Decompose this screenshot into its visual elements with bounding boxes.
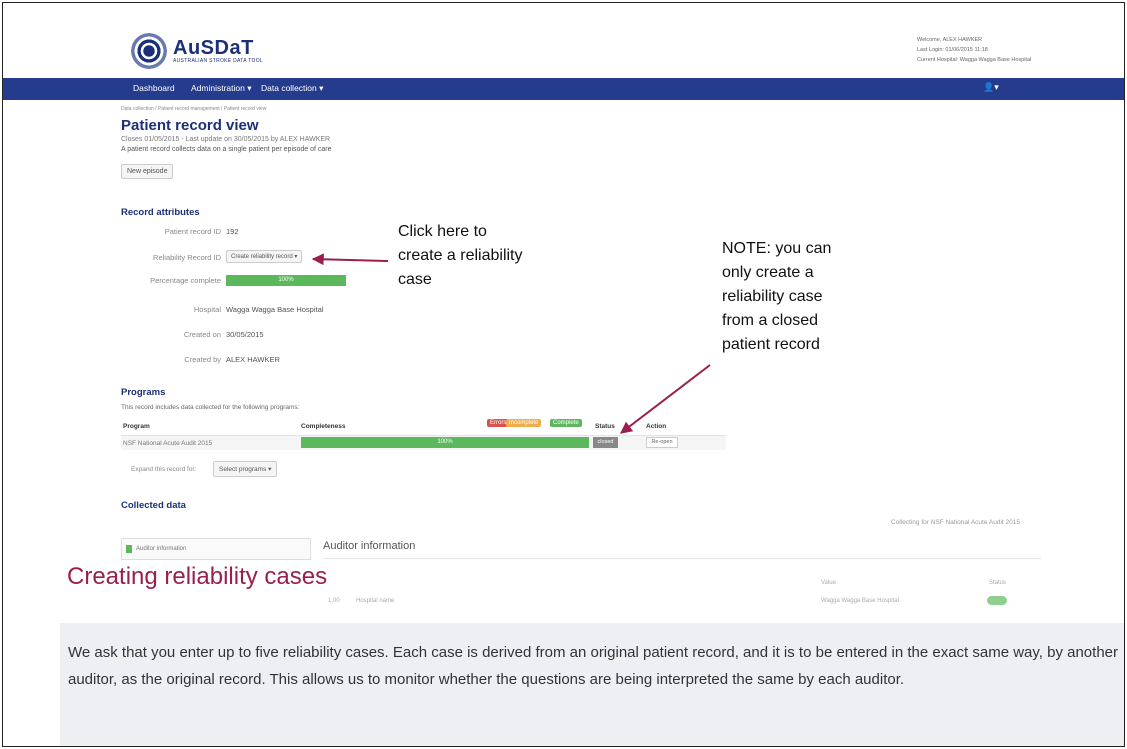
reopen-button[interactable]: Re-open xyxy=(646,437,678,448)
row-number: 1.00 xyxy=(328,598,340,604)
callout-line: reliability case xyxy=(722,288,823,305)
page-title: Patient record view xyxy=(121,117,259,134)
arrow-to-reliability-button xyxy=(311,253,389,266)
select-programs-button[interactable]: Select programs ▾ xyxy=(213,461,278,477)
nav-data-collection[interactable]: Data collection ▾ xyxy=(261,83,323,94)
logo-name: AuSDaT xyxy=(173,37,254,59)
tag-complete: Complete xyxy=(550,419,582,427)
attr-label: Reliability Record ID xyxy=(153,253,221,262)
col-program: Program xyxy=(123,423,150,430)
welcome-block: Welcome, ALEX HAWKER Last Login: 01/06/2… xyxy=(917,35,1031,65)
row-value[interactable]: Wagga Wagga Base Hospital xyxy=(821,598,899,604)
panel-title: Auditor information xyxy=(323,540,416,552)
expand-label: Expand this record for: xyxy=(131,466,197,473)
ausdat-logo-icon xyxy=(131,33,167,69)
main-navbar: Dashboard Administration ▾ Data collecti… xyxy=(3,78,1124,100)
nav-administration[interactable]: Administration ▾ xyxy=(191,83,251,94)
attr-value: Wagga Wagga Base Hospital xyxy=(226,305,324,314)
divider xyxy=(323,558,1041,559)
row-label: Hospital name xyxy=(356,598,395,604)
percentage-progress-bar: 100% xyxy=(226,275,346,286)
record-attributes-heading: Record attributes xyxy=(121,207,200,218)
col-value: Value xyxy=(821,580,836,586)
page-subtitle: Closes 01/05/2015 - Last update on 30/05… xyxy=(121,136,331,143)
explanation-box: We ask that you enter up to five reliabi… xyxy=(60,623,1124,746)
programs-heading: Programs xyxy=(121,387,166,398)
callout-click-here: Click here to create a reliability case xyxy=(398,220,523,292)
callout-line: Click here to xyxy=(398,223,487,240)
callout-line: create a reliability xyxy=(398,247,523,264)
attr-label: Patient record ID xyxy=(164,227,221,236)
screenshot-frame: AuSDaT AUSTRALIAN STROKE DATA TOOL Welco… xyxy=(2,2,1125,747)
attr-value: ALEX HAWKER xyxy=(226,355,280,364)
attr-value: 192 xyxy=(226,227,239,236)
new-episode-button[interactable]: New episode xyxy=(121,164,174,179)
welcome-text: Welcome, ALEX HAWKER xyxy=(917,37,983,43)
table-row: NSF National Acute Audit 2015 100% close… xyxy=(121,435,726,450)
sidebar-item-label: Auditor information xyxy=(136,546,187,552)
collected-data-heading: Collected data xyxy=(121,500,186,511)
callout-line: only create a xyxy=(722,264,814,281)
attr-label: Created on xyxy=(183,330,221,339)
callout-line: case xyxy=(398,271,432,288)
nav-dashboard[interactable]: Dashboard xyxy=(133,83,175,93)
programs-intro: This record includes data collected for … xyxy=(121,404,300,411)
status-check-icon xyxy=(987,596,1007,605)
col-status: Status xyxy=(595,423,615,430)
complete-indicator-icon xyxy=(126,545,132,553)
ausdat-logo[interactable]: AuSDaT AUSTRALIAN STROKE DATA TOOL xyxy=(131,33,263,69)
create-reliability-record-button[interactable]: Create reliability record ▾ xyxy=(226,250,303,263)
last-login-text: Last Login: 01/06/2015 11:18 xyxy=(917,47,988,53)
breadcrumb[interactable]: Data collection / Patient record managem… xyxy=(121,106,1051,112)
main-content: Data collection / Patient record managem… xyxy=(121,103,1051,605)
tag-incomplete: Incomplete xyxy=(506,419,542,427)
row-completeness-bar: 100% xyxy=(301,437,589,448)
attr-label: Percentage complete xyxy=(150,276,221,285)
page-description: A patient record collects data on a sing… xyxy=(121,146,332,153)
user-menu-icon[interactable]: 👤▾ xyxy=(983,82,999,93)
attr-value: 30/05/2015 xyxy=(226,330,264,339)
col-completeness: Completeness xyxy=(301,423,346,430)
collecting-for-text: Collecting for NSF National Acute Audit … xyxy=(891,519,1020,526)
col-status: Status xyxy=(989,580,1007,586)
col-action: Action xyxy=(646,423,667,430)
callout-line: NOTE: you can xyxy=(722,240,832,257)
row-program[interactable]: NSF National Acute Audit 2015 xyxy=(123,440,212,447)
logo-subtitle: AUSTRALIAN STROKE DATA TOOL xyxy=(173,58,263,64)
explanation-text: We ask that you enter up to five reliabi… xyxy=(68,644,1118,688)
section-title: Creating reliability cases xyxy=(67,563,328,590)
attr-label: Created by xyxy=(184,355,221,364)
callout-line: from a closed xyxy=(722,312,819,329)
current-hospital-text: Current Hospital: Wagga Wagga Base Hospi… xyxy=(917,57,1032,63)
callout-line: patient record xyxy=(722,336,820,353)
attr-label: Hospital xyxy=(193,305,221,314)
sidebar-item-auditor-information[interactable]: Auditor information xyxy=(121,538,311,560)
status-badge: closed xyxy=(593,437,618,448)
callout-note: NOTE: you can only create a reliability … xyxy=(722,237,831,357)
